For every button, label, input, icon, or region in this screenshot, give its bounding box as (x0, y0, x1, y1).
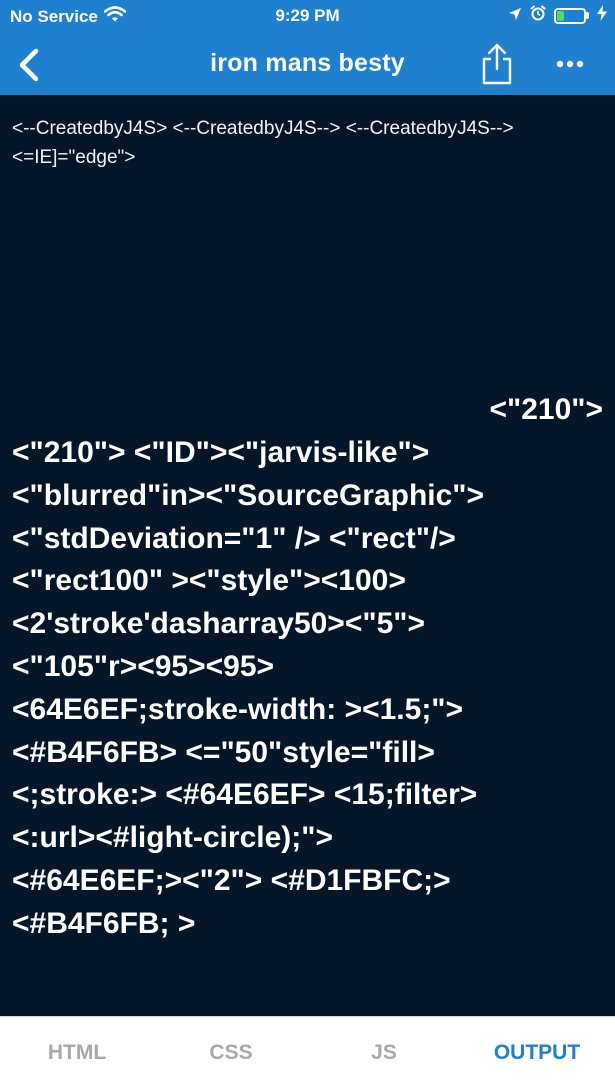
tab-bar: HTML CSS JS OUTPUT (0, 1016, 615, 1091)
status-right (508, 5, 607, 26)
output-text-line: <"210"> <"ID"><"jarvis-like"> (12, 436, 430, 469)
battery-level (557, 10, 564, 21)
output-text-line: <#B4F6FB; > (12, 906, 196, 940)
tab-js[interactable]: JS (371, 1041, 397, 1065)
output-text-line: <"blurred"in><"SourceGraphic"> (12, 478, 485, 512)
more-options-button[interactable] (552, 52, 588, 76)
status-bar: No Service 9:29 PM (0, 0, 615, 34)
output-panel: <--CreatedbyJ4S> <--CreatedbyJ4S--> <--C… (0, 95, 615, 1016)
output-small-text: <--CreatedbyJ4S> <--CreatedbyJ4S--> <--C… (12, 118, 514, 168)
tab-output[interactable]: OUTPUT (494, 1041, 580, 1065)
charging-bolt-icon (597, 5, 607, 26)
output-text-line: <2'stroke'dasharray50><"5"> (12, 607, 425, 641)
output-text-line: <#64E6EF;><"2"> <#D1FBFC;> (12, 863, 451, 897)
location-arrow-icon (508, 6, 522, 26)
page-title: iron mans besty (210, 49, 405, 77)
alarm-clock-icon (530, 5, 546, 26)
output-text-line: <#B4F6FB> <="50"style="fill> (12, 735, 435, 769)
battery-icon (554, 7, 589, 24)
tab-css[interactable]: CSS (209, 1041, 252, 1065)
nav-bar: iron mans besty (0, 34, 615, 95)
output-text-line: <"stdDeviation="1" /> <"rect"/> (12, 521, 456, 555)
output-big-text-block: <"210"> <"ID"><"jarvis-like"> <"blurred"i… (12, 432, 484, 946)
share-button[interactable] (478, 42, 516, 86)
output-text-line: <"rect100" ><"style"><100> (12, 564, 406, 598)
output-text-line: <:url><#light-circle);"> (12, 821, 333, 855)
output-text-line: <"105"r><95><95> (12, 649, 275, 683)
share-icon (482, 43, 512, 85)
tab-html[interactable]: HTML (48, 1041, 106, 1065)
output-text-line: <;stroke:> <#64E6EF> <15;filter> (12, 778, 478, 812)
output-big-right-text: <"210"> (489, 393, 603, 426)
output-text-line: <64E6EF;stroke-width: ><1.5;"> (12, 692, 464, 726)
ellipsis-icon (556, 60, 584, 68)
